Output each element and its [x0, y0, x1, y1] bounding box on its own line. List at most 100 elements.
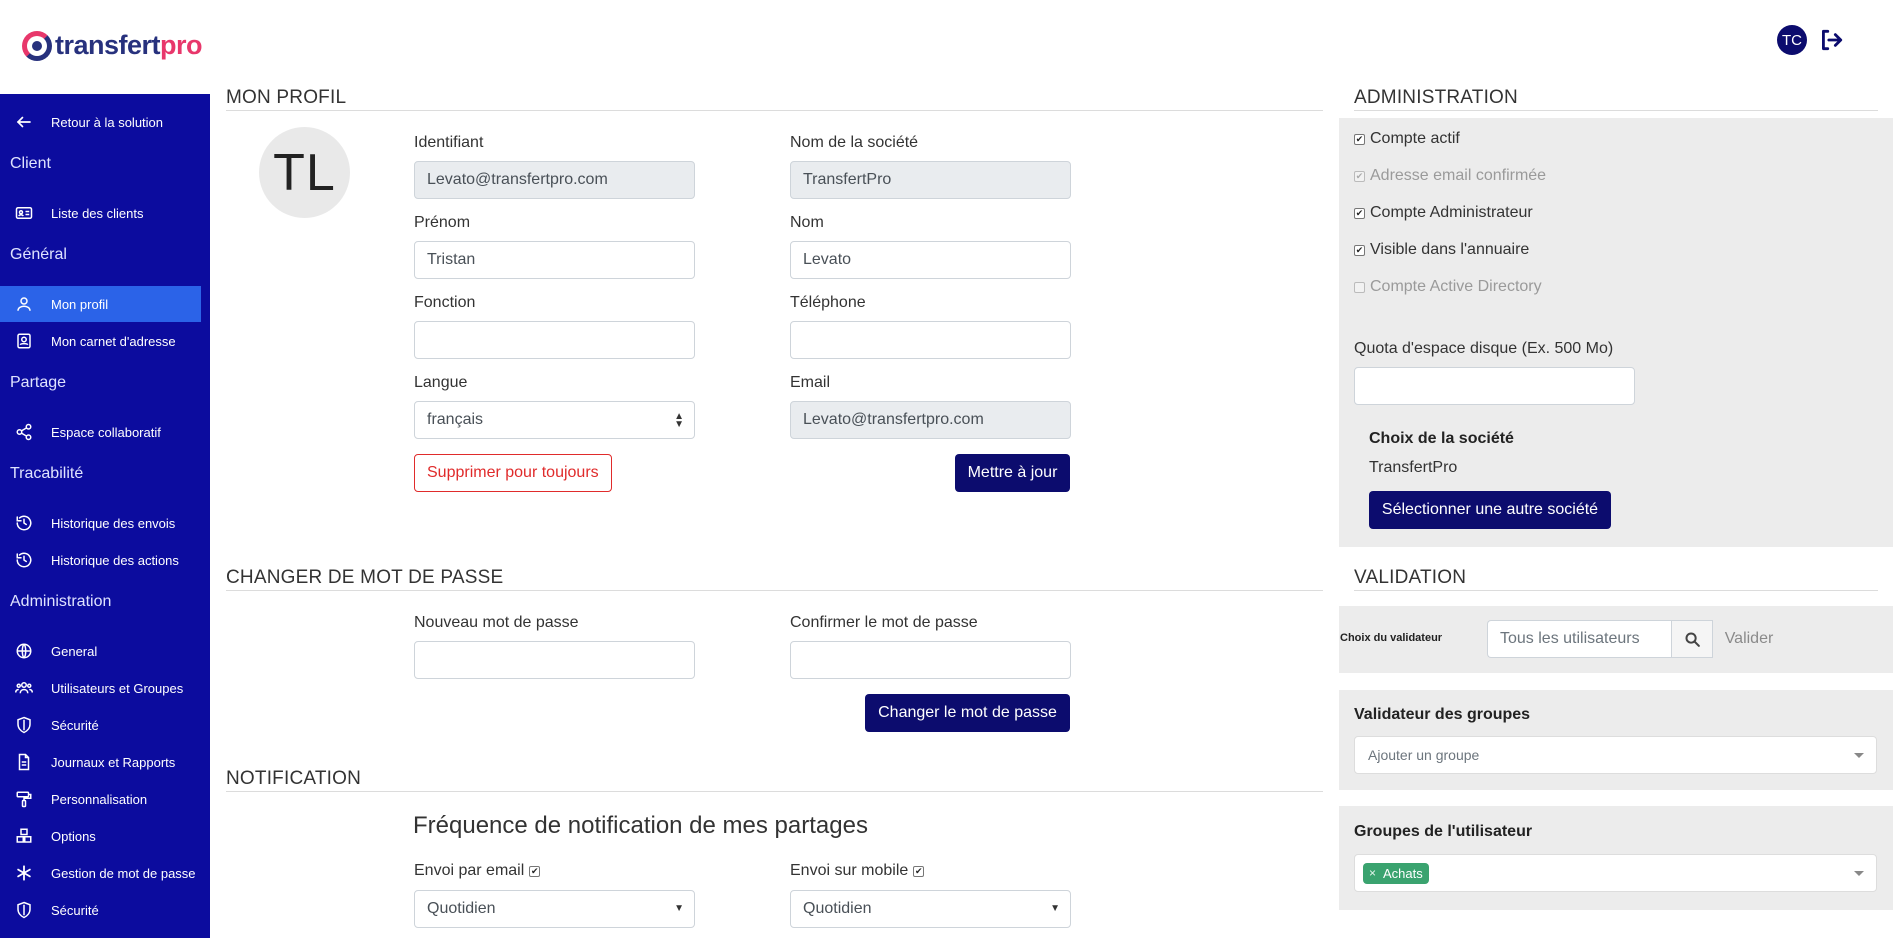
sidebar-item-hist-actions[interactable]: Historique des actions — [0, 542, 201, 578]
notification-section-title: NOTIFICATION — [226, 768, 362, 789]
mobile-frequency-value: Quotidien — [803, 900, 872, 917]
sidebar-item-label: Journaux et Rapports — [51, 754, 176, 770]
sidebar-item-label: Historique des actions — [51, 552, 179, 568]
sidebar-item-clients[interactable]: Liste des clients — [0, 195, 201, 231]
sidebar-item-label: Personnalisation — [51, 791, 148, 807]
langue-label: Langue — [414, 374, 468, 391]
langue-select[interactable]: français ▲ ▼ — [414, 401, 695, 439]
sidebar-item-carnet[interactable]: Mon carnet d'adresse — [0, 323, 201, 359]
fonction-field[interactable] — [414, 321, 695, 359]
sidebar-item-hist-envois[interactable]: Historique des envois — [0, 505, 201, 541]
societe-field[interactable]: TransfertPro — [790, 161, 1071, 199]
sidebar-item-securite[interactable]: Sécurité — [0, 707, 201, 743]
sidebar-item-users[interactable]: Utilisateurs et Groupes — [0, 670, 201, 706]
sidebar-item-mdp[interactable]: Gestion de mot de passe — [0, 855, 201, 891]
sidebar-item-perso[interactable]: Personnalisation — [0, 781, 201, 817]
sidebar-item-back[interactable]: Retour à la solution — [0, 104, 201, 140]
file-report-icon — [14, 752, 34, 772]
compte-admin-row[interactable]: ✔ Compte Administrateur — [1354, 204, 1533, 222]
sidebar-item-label: Gestion de mot de passe — [51, 865, 196, 881]
change-password-button[interactable]: Changer le mot de passe — [865, 694, 1070, 732]
divider — [226, 590, 1323, 591]
new-password-field[interactable] — [414, 641, 695, 679]
brand-logo[interactable]: transfertpro — [22, 30, 203, 61]
validator-search-input[interactable]: Tous les utilisateurs — [1487, 620, 1672, 658]
quota-field[interactable] — [1354, 367, 1635, 405]
email-frequency-value: Quotidien — [427, 900, 496, 917]
group-validator-select[interactable]: Ajouter un groupe — [1354, 736, 1877, 774]
user-groups-select[interactable]: × Achats — [1354, 854, 1877, 892]
sidebar-item-label: Sécurité — [51, 902, 99, 918]
mobile-notif-row: Envoi sur mobile ✔ — [790, 862, 925, 880]
cubes-icon — [14, 826, 34, 846]
telephone-label: Téléphone — [790, 294, 866, 311]
validation-section-title: VALIDATION — [1354, 567, 1467, 588]
delete-account-button[interactable]: Supprimer pour toujours — [414, 454, 612, 492]
sidebar-item-label: Mon carnet d'adresse — [51, 333, 176, 349]
compte-admin-label: Compte Administrateur — [1370, 204, 1533, 221]
id-card-icon — [14, 203, 34, 223]
email-label: Email — [790, 374, 831, 391]
top-header: transfertpro TC — [0, 0, 1901, 94]
logout-icon[interactable] — [1818, 27, 1844, 53]
annuaire-row[interactable]: ✔ Visible dans l'annuaire — [1354, 241, 1529, 259]
sidebar-item-label: Espace collaboratif — [51, 424, 161, 440]
identifiant-field[interactable]: Levato@transfertpro.com — [414, 161, 695, 199]
telephone-field[interactable] — [790, 321, 1071, 359]
sidebar-item-securite-2[interactable]: Sécurité — [0, 892, 201, 928]
sidebar-item-label: Sécurité — [51, 717, 99, 733]
sort-caret-icon: ▲ ▼ — [674, 411, 684, 430]
update-profile-button[interactable]: Mettre à jour — [955, 454, 1070, 492]
valider-button[interactable]: Valider — [1713, 620, 1785, 658]
caret-down-icon — [1854, 753, 1864, 758]
remove-tag-icon[interactable]: × — [1369, 866, 1376, 880]
sidebar-item-espace[interactable]: Espace collaboratif — [0, 414, 201, 450]
sidebar: Retour à la solution Client Liste des cl… — [0, 94, 210, 938]
user-icon — [14, 294, 34, 314]
sidebar-item-journaux[interactable]: Journaux et Rapports — [0, 744, 201, 780]
confirm-password-field[interactable] — [790, 641, 1071, 679]
mobile-notif-checkbox[interactable]: ✔ — [913, 865, 925, 877]
sidebar-item-general[interactable]: General — [0, 633, 201, 669]
langue-value: français — [427, 411, 484, 428]
email-notif-label: Envoi par email — [414, 862, 525, 879]
group-tag-label: Achats — [1383, 865, 1423, 881]
user-groups-title: Groupes de l'utilisateur — [1354, 823, 1533, 840]
history-icon — [14, 550, 34, 570]
caret-down-icon: ▼ — [1050, 903, 1060, 914]
email-confirmed-label: Adresse email confirmée — [1370, 167, 1547, 184]
compte-actif-row[interactable]: ✔ Compte actif — [1354, 130, 1460, 148]
shield-icon — [14, 900, 34, 920]
sidebar-item-label: Options — [51, 828, 96, 844]
compte-actif-checkbox[interactable]: ✔ — [1354, 133, 1365, 145]
societe-label: Nom de la société — [790, 134, 919, 151]
quota-label: Quota d'espace disque (Ex. 500 Mo) — [1354, 340, 1614, 357]
select-company-button[interactable]: Sélectionner une autre société — [1369, 491, 1611, 529]
compte-admin-checkbox[interactable]: ✔ — [1354, 207, 1365, 219]
email-field[interactable]: Levato@transfertpro.com — [790, 401, 1071, 439]
annuaire-label: Visible dans l'annuaire — [1370, 241, 1530, 258]
caret-down-icon — [1854, 871, 1864, 876]
sidebar-item-options[interactable]: Options — [0, 818, 201, 854]
annuaire-checkbox[interactable]: ✔ — [1354, 244, 1365, 256]
prenom-field[interactable]: Tristan — [414, 241, 695, 279]
caret-down-icon: ▼ — [674, 903, 684, 914]
shield-icon — [14, 715, 34, 735]
sidebar-item-profil[interactable]: Mon profil — [0, 286, 201, 322]
profile-section-title: MON PROFIL — [226, 87, 347, 108]
nom-field[interactable]: Levato — [790, 241, 1071, 279]
email-frequency-select[interactable]: Quotidien ▼ — [414, 890, 695, 928]
active-directory-label: Compte Active Directory — [1370, 278, 1542, 295]
email-notif-checkbox[interactable]: ✔ — [529, 865, 541, 877]
user-avatar[interactable]: TC — [1777, 25, 1807, 55]
sidebar-item-label: General — [51, 643, 98, 659]
sidebar-section-administration: Administration — [10, 593, 112, 610]
globe-icon — [14, 641, 34, 661]
mobile-frequency-select[interactable]: Quotidien ▼ — [790, 890, 1071, 928]
arrow-left-icon — [14, 112, 34, 132]
search-button[interactable] — [1671, 620, 1713, 658]
sidebar-item-label: Mon profil — [51, 296, 109, 312]
sidebar-item-label: Historique des envois — [51, 515, 176, 531]
sidebar-section-tracabilite: Tracabilité — [10, 465, 84, 482]
mobile-notif-label: Envoi sur mobile — [790, 862, 909, 879]
